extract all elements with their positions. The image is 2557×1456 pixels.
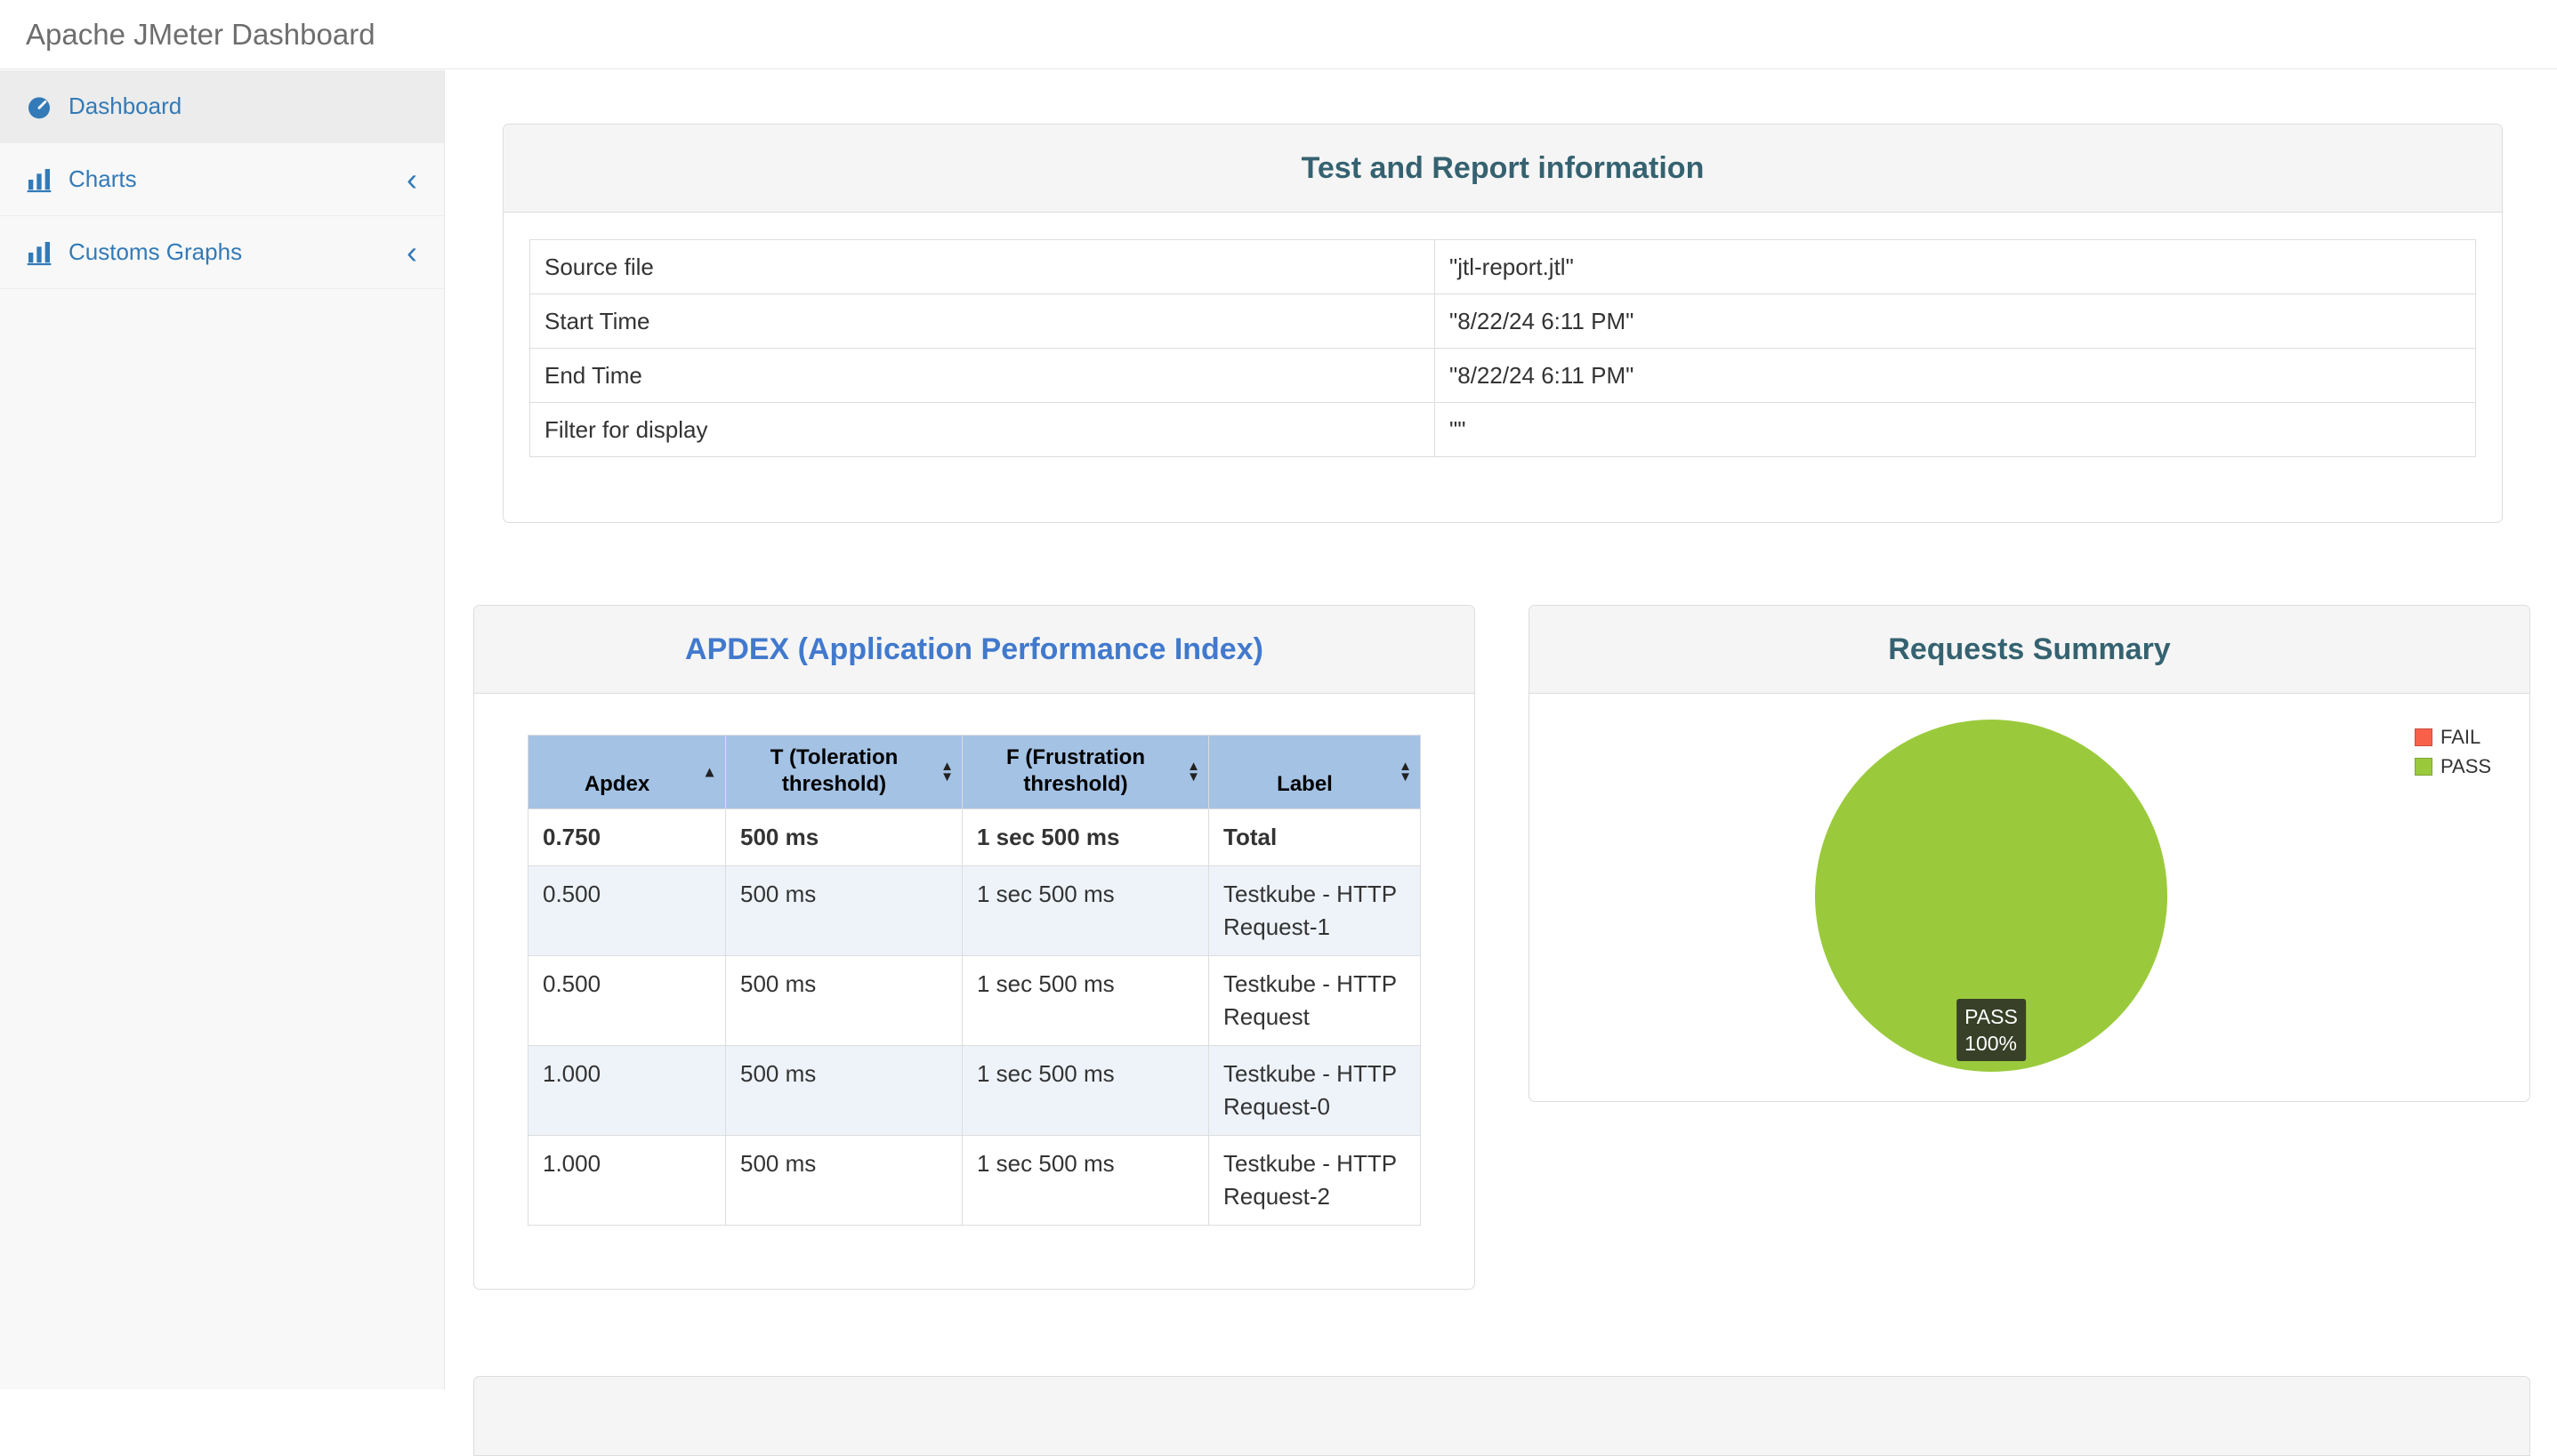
table-row: Start Time "8/22/24 6:11 PM" <box>529 294 2476 349</box>
info-value-cell: "8/22/24 6:11 PM" <box>1434 294 2476 349</box>
toleration-cell: 500 ms <box>725 1045 963 1136</box>
column-header-frustration[interactable]: F (Frustration threshold) ▲ ▼ <box>962 735 1209 809</box>
bar-chart-icon <box>25 238 53 267</box>
sort-asc-icon: ▲ <box>702 763 717 781</box>
info-label-cell: Start Time <box>529 294 1435 349</box>
sidebar-item-label: Dashboard <box>69 93 182 119</box>
apdex-row: 0.500 500 ms 1 sec 500 ms Testkube - HTT… <box>528 865 1421 956</box>
requests-summary-panel: Requests Summary FAIL PASS PASS 100% <box>1529 605 2530 1102</box>
sidebar-item-label: Customs Graphs <box>69 238 243 265</box>
sidebar-item-label: Charts <box>69 165 137 192</box>
app-title: Apache JMeter Dashboard <box>26 17 375 51</box>
apdex-value-cell: 1.000 <box>528 1135 726 1226</box>
pie-tooltip: PASS 100% <box>1956 999 2026 1061</box>
column-header-toleration[interactable]: T (Toleration threshold) ▲ ▼ <box>725 735 963 809</box>
table-row: End Time "8/22/24 6:11 PM" <box>529 348 2476 403</box>
test-info-panel-body: Source file "jtl-report.jtl" Start Time … <box>504 213 2502 457</box>
info-label-cell: Filter for display <box>529 402 1435 457</box>
sort-both-icon: ▲ ▼ <box>940 759 954 784</box>
apdex-panel-body: Apdex ▲ T (Toleration threshold) ▲ ▼ F (F… <box>474 694 1474 1226</box>
legend-item-fail: FAIL <box>2415 727 2491 748</box>
legend-item-pass: PASS <box>2415 756 2491 777</box>
toleration-cell: 500 ms <box>725 1135 963 1226</box>
bar-chart-icon <box>25 165 53 194</box>
legend-label: PASS <box>2440 755 2492 777</box>
info-label-cell: Source file <box>529 239 1435 294</box>
label-cell: Total <box>1208 808 1421 866</box>
requests-summary-heading: Requests Summary <box>1529 606 2529 694</box>
top-header: Apache JMeter Dashboard <box>0 0 2557 69</box>
toleration-cell: 500 ms <box>725 955 963 1046</box>
test-info-table: Source file "jtl-report.jtl" Start Time … <box>529 239 2476 457</box>
frustration-cell: 1 sec 500 ms <box>962 808 1209 866</box>
column-header-label: Label <box>1277 772 1333 796</box>
fail-swatch-icon <box>2415 728 2432 746</box>
toleration-cell: 500 ms <box>725 865 963 956</box>
apdex-row: 0.500 500 ms 1 sec 500 ms Testkube - HTT… <box>528 955 1421 1046</box>
label-cell: Testkube - HTTP Request-0 <box>1208 1045 1421 1136</box>
table-row: Source file "jtl-report.jtl" <box>529 239 2476 294</box>
apdex-panel-heading: APDEX (Application Performance Index) <box>474 606 1474 694</box>
pie-legend: FAIL PASS <box>2415 727 2491 785</box>
sort-both-icon: ▲ ▼ <box>1187 759 1200 784</box>
apdex-value-cell: 0.750 <box>528 808 726 866</box>
label-cell: Testkube - HTTP Request-2 <box>1208 1135 1421 1226</box>
apdex-row-total: 0.750 500 ms 1 sec 500 ms Total <box>528 808 1421 866</box>
info-value-cell: "jtl-report.jtl" <box>1434 239 2476 294</box>
apdex-title: APDEX (Application Performance Index) <box>685 632 1263 666</box>
chevron-left-icon: ‹ <box>407 160 417 197</box>
pie-tooltip-label: PASS <box>1964 1005 2018 1028</box>
apdex-row: 1.000 500 ms 1 sec 500 ms Testkube - HTT… <box>528 1135 1421 1226</box>
next-panel-partial <box>473 1376 2530 1456</box>
sidebar-item-charts[interactable]: Charts ‹ <box>0 143 444 216</box>
test-info-panel-heading: Test and Report information <box>504 125 2502 213</box>
apdex-row: 1.000 500 ms 1 sec 500 ms Testkube - HTT… <box>528 1045 1421 1136</box>
pass-swatch-icon <box>2415 758 2432 776</box>
column-header-label-col[interactable]: Label ▲ ▼ <box>1208 735 1421 809</box>
dashboard-icon <box>25 93 53 121</box>
toleration-cell: 500 ms <box>725 808 963 866</box>
apdex-value-cell: 1.000 <box>528 1045 726 1136</box>
pie-tooltip-value: 100% <box>1964 1032 2017 1055</box>
frustration-cell: 1 sec 500 ms <box>962 865 1209 956</box>
column-header-apdex[interactable]: Apdex ▲ <box>528 735 726 809</box>
chevron-left-icon: ‹ <box>407 233 417 270</box>
table-header-row: Apdex ▲ T (Toleration threshold) ▲ ▼ F (F… <box>528 735 1421 809</box>
table-row: Filter for display "" <box>529 402 2476 457</box>
apdex-table: Apdex ▲ T (Toleration threshold) ▲ ▼ F (F… <box>528 735 1421 1226</box>
sidebar: Dashboard Charts ‹ Customs Graphs ‹ <box>0 70 445 1389</box>
label-cell: Testkube - HTTP Request <box>1208 955 1421 1046</box>
sidebar-item-dashboard[interactable]: Dashboard <box>0 70 444 143</box>
apdex-panel: APDEX (Application Performance Index) Ap… <box>473 605 1475 1290</box>
column-header-label: F (Frustration threshold) <box>1006 745 1145 796</box>
info-label-cell: End Time <box>529 348 1435 403</box>
frustration-cell: 1 sec 500 ms <box>962 1045 1209 1136</box>
sort-both-icon: ▲ ▼ <box>1399 759 1412 784</box>
test-info-title: Test and Report information <box>1301 151 1705 185</box>
column-header-label: T (Toleration threshold) <box>770 745 899 796</box>
apdex-value-cell: 0.500 <box>528 955 726 1046</box>
frustration-cell: 1 sec 500 ms <box>962 1135 1209 1226</box>
info-value-cell: "" <box>1434 402 2476 457</box>
test-info-panel: Test and Report information Source file … <box>503 124 2503 523</box>
main-content: Test and Report information Source file … <box>446 70 2557 1456</box>
label-cell: Testkube - HTTP Request-1 <box>1208 865 1421 956</box>
info-value-cell: "8/22/24 6:11 PM" <box>1434 348 2476 403</box>
column-header-label: Apdex <box>584 772 650 796</box>
sidebar-item-customs-graphs[interactable]: Customs Graphs ‹ <box>0 216 444 289</box>
apdex-value-cell: 0.500 <box>528 865 726 956</box>
frustration-cell: 1 sec 500 ms <box>962 955 1209 1046</box>
legend-label: FAIL <box>2440 726 2481 748</box>
requests-summary-title: Requests Summary <box>1888 632 2171 666</box>
